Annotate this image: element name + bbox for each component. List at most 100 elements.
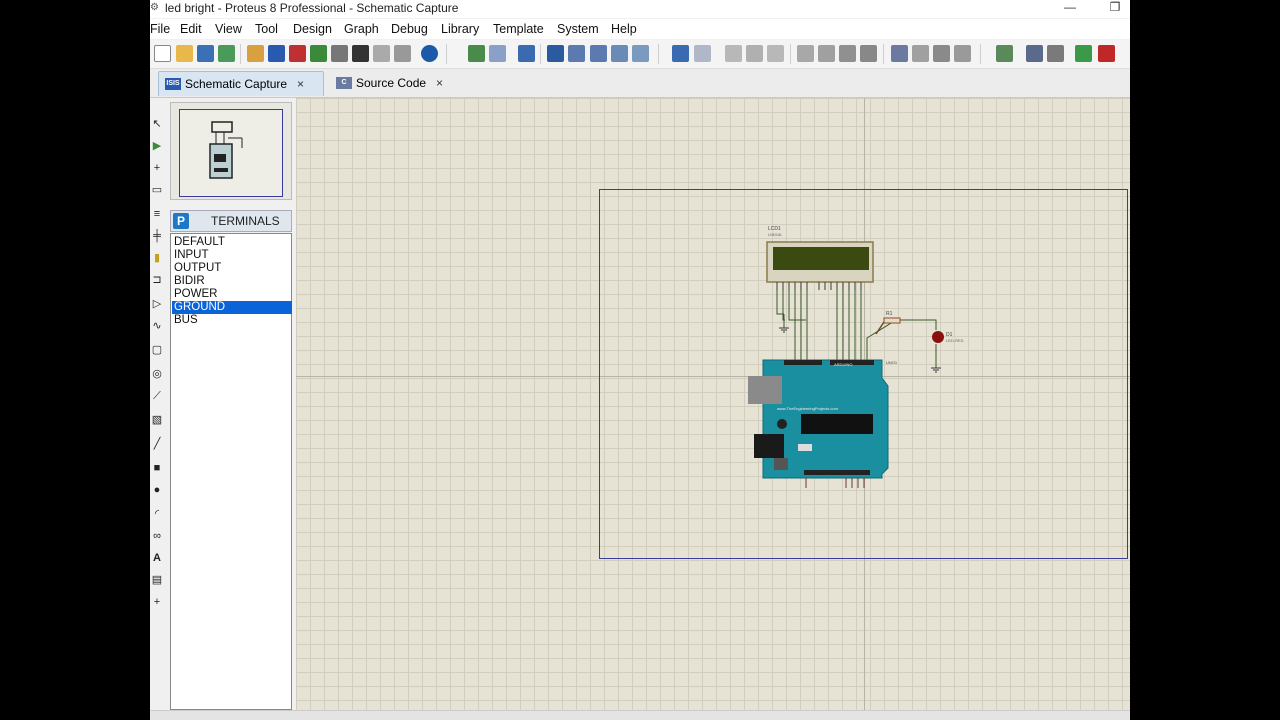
path-mode-icon[interactable]: ∞ <box>151 530 163 542</box>
origin-icon[interactable] <box>518 45 535 62</box>
bom-icon[interactable] <box>352 45 369 62</box>
virtual-instruments-icon[interactable]: ▧ <box>151 414 163 426</box>
line-mode-icon[interactable]: ╱ <box>151 438 163 450</box>
restore-button[interactable]: ❐ <box>1100 0 1130 16</box>
pcb-icon[interactable] <box>289 45 306 62</box>
text-mode-icon[interactable]: A <box>151 552 163 564</box>
menu-library[interactable]: Library <box>441 22 479 36</box>
list-item-selected[interactable]: GROUND <box>172 301 292 314</box>
tab-source-code[interactable]: C Source Code × <box>330 71 450 95</box>
menu-system[interactable]: System <box>557 22 599 36</box>
minimize-button[interactable]: — <box>1055 0 1085 16</box>
tape-recorder-icon[interactable]: ▢ <box>151 344 163 356</box>
list-item[interactable]: OUTPUT <box>172 262 292 275</box>
terminals-mode-icon[interactable]: ⊐ <box>151 274 163 286</box>
mode-toolbar: ↖ ▶ + ▭ ≡ ╪ ▮ ⊐ ▷ ∿ ▢ ◎ ⟋ ▧ ╱ ■ ● ◜ ∞ A … <box>150 98 166 720</box>
list-item[interactable]: BUS <box>172 314 292 327</box>
svg-text:LED-RED: LED-RED <box>946 338 964 343</box>
cut-icon[interactable] <box>725 45 742 62</box>
status-bar <box>150 710 1130 720</box>
close-icon[interactable]: × <box>297 72 304 96</box>
block-copy-icon[interactable] <box>797 45 814 62</box>
help-icon[interactable] <box>421 45 438 62</box>
arc-mode-icon[interactable]: ◜ <box>151 508 163 520</box>
remove-sheet-icon[interactable] <box>1098 45 1115 62</box>
grid-icon[interactable] <box>489 45 506 62</box>
gerber-icon[interactable] <box>310 45 327 62</box>
zoom-all-icon[interactable] <box>611 45 628 62</box>
generator-mode-icon[interactable]: ◎ <box>151 368 163 380</box>
close-icon[interactable]: × <box>436 71 443 95</box>
object-selector-header: P TERMINALS <box>170 210 292 232</box>
home-icon[interactable] <box>247 45 264 62</box>
buses-mode-icon[interactable]: ╪ <box>151 230 163 242</box>
packaging-icon[interactable] <box>933 45 950 62</box>
new-file-icon[interactable] <box>154 45 171 62</box>
menu-tool[interactable]: Tool <box>255 22 278 36</box>
menu-edit[interactable]: Edit <box>180 22 202 36</box>
overview-window[interactable] <box>170 102 292 200</box>
menu-graph[interactable]: Graph <box>344 22 379 36</box>
import-icon[interactable] <box>218 45 235 62</box>
symbol-mode-icon[interactable]: ▤ <box>151 574 163 586</box>
overview-sheet <box>179 109 283 197</box>
search-tag-icon[interactable] <box>1026 45 1043 62</box>
redo-icon[interactable] <box>694 45 711 62</box>
undo-icon[interactable] <box>672 45 689 62</box>
list-item[interactable]: POWER <box>172 288 292 301</box>
subcircuit-mode-icon[interactable]: ▮ <box>151 252 163 264</box>
menu-debug[interactable]: Debug <box>391 22 428 36</box>
new-sheet-icon[interactable] <box>1075 45 1092 62</box>
wire-autorouter-icon[interactable] <box>996 45 1013 62</box>
wire-label-icon[interactable]: ▭ <box>151 184 163 196</box>
pick-devices-button[interactable]: P <box>173 213 189 229</box>
circle-mode-icon[interactable]: ● <box>151 484 163 496</box>
block-move-icon[interactable] <box>818 45 835 62</box>
block-delete-icon[interactable] <box>860 45 877 62</box>
paste-icon[interactable] <box>767 45 784 62</box>
schematic-icon[interactable] <box>268 45 285 62</box>
text-script-icon[interactable]: ≡ <box>151 208 163 220</box>
selection-mode-icon[interactable]: ↖ <box>151 118 163 130</box>
zoom-out-icon[interactable] <box>590 45 607 62</box>
menu-view[interactable]: View <box>215 22 242 36</box>
menu-template[interactable]: Template <box>493 22 544 36</box>
app-icon: ⚙ <box>150 2 159 13</box>
voltage-probe-icon[interactable]: ⟋ <box>151 390 163 402</box>
decompose-icon[interactable] <box>954 45 971 62</box>
3d-viewer-icon[interactable] <box>331 45 348 62</box>
make-device-icon[interactable] <box>912 45 929 62</box>
design-explorer-icon[interactable] <box>394 45 411 62</box>
ground-symbol[interactable] <box>779 327 789 333</box>
list-item[interactable]: INPUT <box>172 249 292 262</box>
device-pins-icon[interactable]: ▷ <box>151 298 163 310</box>
zoom-in-icon[interactable] <box>568 45 585 62</box>
block-rotate-icon[interactable] <box>839 45 856 62</box>
pan-icon[interactable] <box>547 45 564 62</box>
save-icon[interactable] <box>197 45 214 62</box>
zoom-area-icon[interactable] <box>632 45 649 62</box>
pick-device-icon[interactable] <box>891 45 908 62</box>
property-tool-icon[interactable] <box>1047 45 1064 62</box>
copy-icon[interactable] <box>746 45 763 62</box>
menu-design[interactable]: Design <box>293 22 332 36</box>
graph-mode-icon[interactable]: ∿ <box>151 320 163 332</box>
arduino-uno-board[interactable]: ARDUINO www.TheEngineeringProjects.com U… <box>748 359 898 488</box>
notes-icon[interactable] <box>373 45 390 62</box>
ground-symbol[interactable] <box>931 367 941 373</box>
refresh-icon[interactable] <box>468 45 485 62</box>
marker-mode-icon[interactable]: + <box>151 596 163 608</box>
led-d1[interactable]: D1 LED-RED <box>932 331 964 343</box>
open-folder-icon[interactable] <box>176 45 193 62</box>
schematic-canvas[interactable]: LCD1 LM016L R1 D1 LED-RED ARDUINO www.Th… <box>296 98 1130 710</box>
lcd-display[interactable]: LCD1 LM016L <box>766 226 874 290</box>
list-item[interactable]: DEFAULT <box>172 236 292 249</box>
tab-schematic-capture[interactable]: ISIS Schematic Capture × <box>158 71 324 96</box>
menu-help[interactable]: Help <box>611 22 637 36</box>
junction-dot-icon[interactable]: + <box>151 162 163 174</box>
menu-file[interactable]: File <box>150 22 170 36</box>
box-mode-icon[interactable]: ■ <box>151 462 163 474</box>
component-mode-icon[interactable]: ▶ <box>151 140 163 152</box>
list-item[interactable]: BIDIR <box>172 275 292 288</box>
main-toolbar <box>150 40 1130 69</box>
